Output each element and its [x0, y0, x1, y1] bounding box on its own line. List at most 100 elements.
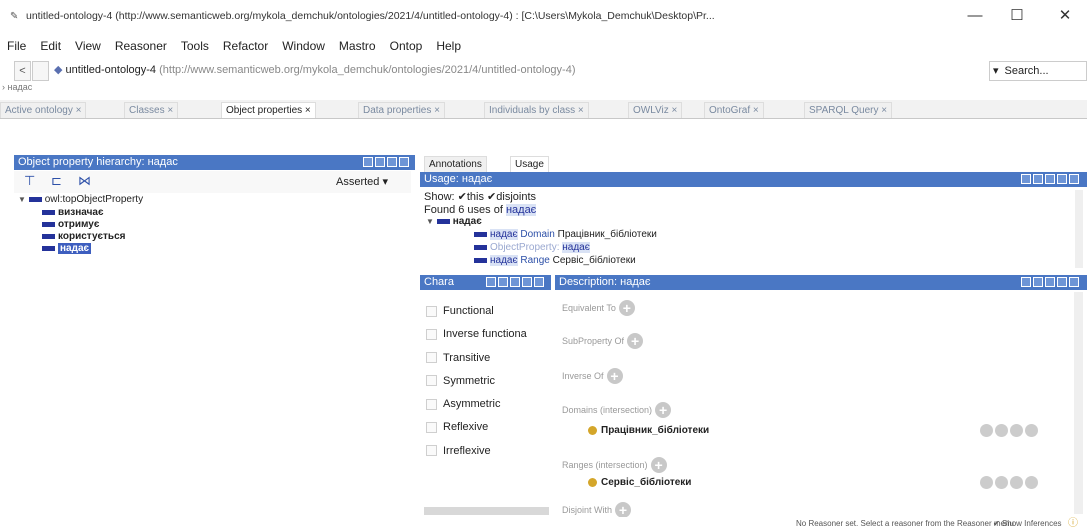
help-icon[interactable]: [980, 424, 993, 437]
add-icon[interactable]: +: [655, 402, 672, 418]
close-icon[interactable]: [1057, 174, 1067, 184]
delete-icon[interactable]: [1010, 424, 1023, 437]
menu-help[interactable]: Help: [429, 36, 468, 56]
this-checkbox[interactable]: ✔: [458, 191, 467, 203]
menu-view[interactable]: View: [68, 36, 108, 56]
close-icon[interactable]: [1057, 277, 1067, 287]
show-inferences-toggle[interactable]: ✔ Show Inferences: [993, 517, 1062, 530]
object-property-icon: [42, 233, 55, 239]
add-sibling-icon[interactable]: ⊏: [51, 173, 62, 189]
disjoints-checkbox[interactable]: ✔: [487, 191, 496, 203]
range-class-item[interactable]: Сервіс_бібліотеки: [588, 477, 691, 488]
annotate-icon[interactable]: [995, 476, 1008, 489]
this-label: this: [466, 191, 484, 203]
delete-icon[interactable]: [1010, 476, 1023, 489]
forward-button[interactable]: [32, 61, 49, 81]
warning-icon[interactable]: ⓘ: [1068, 517, 1078, 530]
back-button[interactable]: <: [14, 61, 31, 81]
tab-individuals-by-class[interactable]: Individuals by class ×: [484, 102, 589, 118]
characteristics-list: Functional Inverse functiona Transitive …: [426, 300, 551, 480]
reflexive-checkbox[interactable]: Reflexive: [426, 416, 551, 439]
minimize-icon[interactable]: [510, 277, 520, 287]
help-icon[interactable]: [363, 157, 373, 167]
characteristics-scrollbar[interactable]: [424, 507, 549, 515]
usage-line-domain[interactable]: надає Domain Працівник_бібліотеки: [474, 229, 657, 241]
view-mode-select[interactable]: Asserted ▾: [336, 175, 388, 188]
minimize-icon[interactable]: [1045, 174, 1055, 184]
menu-file[interactable]: File: [0, 36, 33, 56]
ranges-label: Ranges (intersection): [562, 459, 648, 470]
add-icon[interactable]: +: [615, 502, 632, 518]
expand-arrow-icon[interactable]: ▼: [426, 217, 434, 226]
subproperty-of-section: SubProperty Of +: [562, 333, 644, 349]
menu-edit[interactable]: Edit: [33, 36, 68, 56]
symmetric-checkbox[interactable]: Symmetric: [426, 370, 551, 393]
tree-node-nadaye[interactable]: надає: [42, 243, 92, 255]
pin-icon[interactable]: [1033, 174, 1043, 184]
menu-ontop[interactable]: Ontop: [383, 36, 430, 56]
close-icon[interactable]: [1069, 277, 1079, 287]
tab-usage[interactable]: Usage: [510, 156, 549, 172]
tree-node-vyznachaye[interactable]: визначає: [42, 207, 104, 219]
close-icon[interactable]: [399, 157, 409, 167]
usage-root-node[interactable]: ▼ надає: [426, 216, 482, 228]
edit-icon[interactable]: [1025, 424, 1038, 437]
ontology-icon: ◆: [54, 64, 63, 76]
menu-window[interactable]: Window: [275, 36, 332, 56]
annotate-icon[interactable]: [995, 424, 1008, 437]
close-icon[interactable]: [1069, 174, 1079, 184]
edit-icon[interactable]: [1025, 476, 1038, 489]
maximize-button[interactable]: ☐: [1002, 6, 1032, 26]
tab-sparql-query[interactable]: SPARQL Query ×: [804, 102, 893, 118]
breadcrumb-item[interactable]: надас: [8, 82, 33, 92]
tab-ontograf[interactable]: OntoGraf ×: [704, 102, 764, 118]
description-scrollbar[interactable]: [1074, 292, 1083, 514]
tab-object-properties[interactable]: Object properties ×: [221, 102, 316, 118]
tab-data-properties[interactable]: Data properties ×: [358, 102, 445, 118]
help-icon[interactable]: [486, 277, 496, 287]
menu-refactor[interactable]: Refactor: [216, 36, 275, 56]
pin-icon[interactable]: [375, 157, 385, 167]
menu-reasoner[interactable]: Reasoner: [108, 36, 174, 56]
usage-prop: надає: [490, 255, 518, 266]
expand-arrow-icon[interactable]: ▼: [18, 195, 26, 204]
help-icon[interactable]: [1021, 174, 1031, 184]
minimize-icon[interactable]: [1045, 277, 1055, 287]
help-icon[interactable]: [1021, 277, 1031, 287]
chevron-down-icon: ▾: [993, 65, 999, 77]
asymmetric-checkbox[interactable]: Asymmetric: [426, 393, 551, 416]
minimize-button[interactable]: —: [960, 6, 990, 26]
tree-node-korystuyetsya[interactable]: користується: [42, 231, 125, 243]
close-icon[interactable]: [522, 277, 532, 287]
add-icon[interactable]: +: [618, 300, 635, 316]
tab-annotations[interactable]: Annotations: [424, 156, 487, 172]
pin-icon[interactable]: [1033, 277, 1043, 287]
usage-scrollbar[interactable]: [1075, 190, 1083, 268]
usage-line-declaration[interactable]: ObjectProperty: надає: [474, 242, 590, 254]
tree-node-otrymuye[interactable]: отримує: [42, 219, 99, 231]
menu-tools[interactable]: Tools: [174, 36, 216, 56]
add-icon[interactable]: +: [606, 368, 623, 384]
functional-checkbox[interactable]: Functional: [426, 300, 551, 323]
close-icon[interactable]: [534, 277, 544, 287]
transitive-checkbox[interactable]: Transitive: [426, 347, 551, 370]
tab-active-ontology[interactable]: Active ontology ×: [0, 102, 87, 118]
tree-node-root[interactable]: ▼ owl:topObjectProperty: [18, 194, 143, 206]
irreflexive-checkbox[interactable]: Irreflexive: [426, 440, 551, 463]
add-subproperty-icon[interactable]: ⊤: [24, 173, 35, 189]
tab-classes[interactable]: Classes ×: [124, 102, 179, 118]
pin-icon[interactable]: [498, 277, 508, 287]
domain-class-item[interactable]: Працівник_бібліотеки: [588, 425, 709, 436]
minimize-icon[interactable]: [387, 157, 397, 167]
close-button[interactable]: ✕: [1050, 6, 1080, 26]
search-dropdown[interactable]: ▾ Search...: [989, 61, 1087, 81]
inverse-functional-checkbox[interactable]: Inverse functiona: [426, 323, 551, 346]
usage-line-range[interactable]: надає Range Сервіс_бібліотеки: [474, 255, 636, 267]
add-icon[interactable]: +: [650, 457, 667, 473]
add-icon[interactable]: +: [627, 333, 644, 349]
delete-property-icon[interactable]: ⋈: [78, 173, 91, 189]
ontology-iri-field[interactable]: ◆ untitled-ontology-4 (http://www.semant…: [54, 61, 994, 79]
menu-mastro[interactable]: Mastro: [332, 36, 383, 56]
help-icon[interactable]: [980, 476, 993, 489]
tab-owlviz[interactable]: OWLViz ×: [628, 102, 683, 118]
